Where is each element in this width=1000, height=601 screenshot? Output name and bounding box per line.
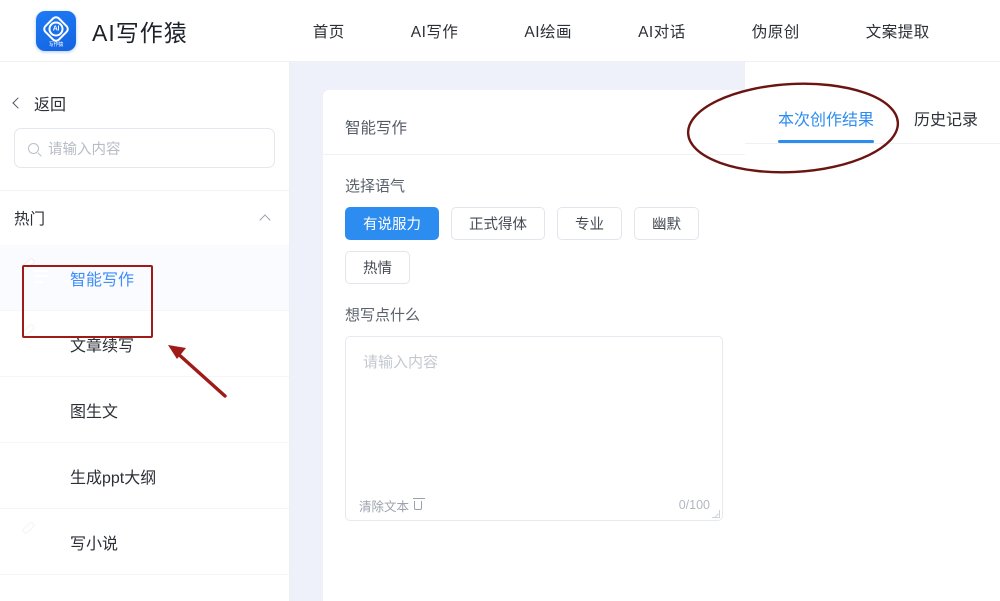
tone-field-label: 选择语气 — [345, 175, 723, 196]
image-icon — [30, 396, 55, 424]
logo-sub-text: 写作猿 — [49, 41, 63, 48]
sidebar-item-write-novel[interactable]: 写小说 — [0, 509, 289, 575]
nav-item-home[interactable]: 首页 — [313, 20, 345, 42]
sidebar-item-image-to-text[interactable]: 图生文 — [0, 377, 289, 443]
sidebar-section-hot[interactable]: 热门 — [0, 191, 289, 245]
character-counter: 0/100 — [679, 498, 710, 512]
sidebar-item-ppt-outline[interactable]: 生成ppt大纲 — [0, 443, 289, 509]
tab-history[interactable]: 历史记录 — [914, 106, 978, 143]
prompt-field-label: 想写点什么 — [345, 304, 723, 325]
nav-item-ai-writing[interactable]: AI写作 — [411, 20, 459, 42]
document-pen-icon — [30, 264, 55, 292]
clear-text-button[interactable]: 清除文本 — [359, 496, 422, 515]
trash-icon — [414, 501, 422, 510]
sidebar-item-label: 智能写作 — [70, 266, 134, 290]
sidebar-item-label: 生成ppt大纲 — [70, 464, 156, 488]
tone-chip-enthusiastic[interactable]: 热情 — [345, 251, 410, 284]
document-pen-icon — [30, 528, 55, 556]
main-nav: 首页 AI写作 AI绘画 AI对话 伪原创 文案提取 — [313, 20, 930, 42]
app-header: AI 写作猿 AI写作猿 首页 AI写作 AI绘画 AI对话 伪原创 文案提取 — [0, 0, 1000, 62]
back-button[interactable]: 返回 — [0, 80, 289, 126]
form-title: 智能写作 — [345, 90, 723, 154]
tab-current-result[interactable]: 本次创作结果 — [778, 106, 874, 143]
nav-item-ai-painting[interactable]: AI绘画 — [524, 20, 572, 42]
back-button-label: 返回 — [34, 91, 66, 115]
prompt-footer: 清除文本 0/100 — [346, 490, 722, 520]
prompt-textarea[interactable]: 请输入内容 清除文本 0/100 — [345, 336, 723, 521]
search-placeholder: 请输入内容 — [48, 138, 121, 159]
result-panel: 本次创作结果 历史记录 — [745, 62, 1000, 601]
resize-handle[interactable] — [712, 510, 720, 518]
tone-chip-group: 有说服力 正式得体 专业 幽默 热情 — [345, 207, 723, 284]
nav-item-text-extract[interactable]: 文案提取 — [866, 20, 930, 42]
app-title: AI写作猿 — [92, 14, 188, 48]
app-logo-icon: AI 写作猿 — [36, 11, 76, 51]
result-tabs: 本次创作结果 历史记录 — [745, 62, 1000, 144]
content-area: 智能写作 选择语气 有说服力 正式得体 专业 幽默 热情 想写点什么 请输入内容 — [290, 62, 1000, 601]
logo-ai-text: AI — [53, 25, 59, 32]
slides-icon — [30, 462, 55, 490]
tone-chip-persuasive[interactable]: 有说服力 — [345, 207, 439, 240]
sidebar-item-label: 图生文 — [70, 398, 118, 422]
prompt-placeholder: 请输入内容 — [363, 351, 438, 372]
clear-text-label: 清除文本 — [359, 496, 409, 515]
sidebar-item-article-continue[interactable]: 文章续写 — [0, 311, 289, 377]
sidebar: 返回 请输入内容 热门 智能写作 — [0, 62, 290, 601]
brand[interactable]: AI 写作猿 AI写作猿 — [36, 11, 188, 51]
search-input[interactable]: 请输入内容 — [14, 128, 275, 168]
tone-chip-professional[interactable]: 专业 — [557, 207, 622, 240]
sidebar-search: 请输入内容 — [0, 128, 289, 168]
sidebar-section-title: 热门 — [14, 207, 45, 229]
chevron-left-icon — [12, 97, 23, 108]
app-window: AI 写作猿 AI写作猿 首页 AI写作 AI绘画 AI对话 伪原创 文案提取 … — [0, 0, 1000, 601]
nav-item-ai-chat[interactable]: AI对话 — [638, 20, 686, 42]
sidebar-item-label: 文章续写 — [70, 332, 134, 356]
sidebar-item-label: 写小说 — [70, 530, 118, 554]
tone-chip-humorous[interactable]: 幽默 — [634, 207, 699, 240]
document-pen-icon — [30, 330, 55, 358]
form-title-rule — [323, 154, 745, 155]
nav-item-rewrite[interactable]: 伪原创 — [752, 20, 800, 42]
tone-chip-formal[interactable]: 正式得体 — [451, 207, 545, 240]
writing-form-card: 智能写作 选择语气 有说服力 正式得体 专业 幽默 热情 想写点什么 请输入内容 — [323, 90, 745, 601]
chevron-up-icon[interactable] — [259, 214, 270, 225]
sidebar-item-smart-writing[interactable]: 智能写作 — [0, 245, 289, 311]
search-icon — [28, 143, 39, 154]
sidebar-menu: 智能写作 文章续写 图生文 — [0, 245, 289, 575]
